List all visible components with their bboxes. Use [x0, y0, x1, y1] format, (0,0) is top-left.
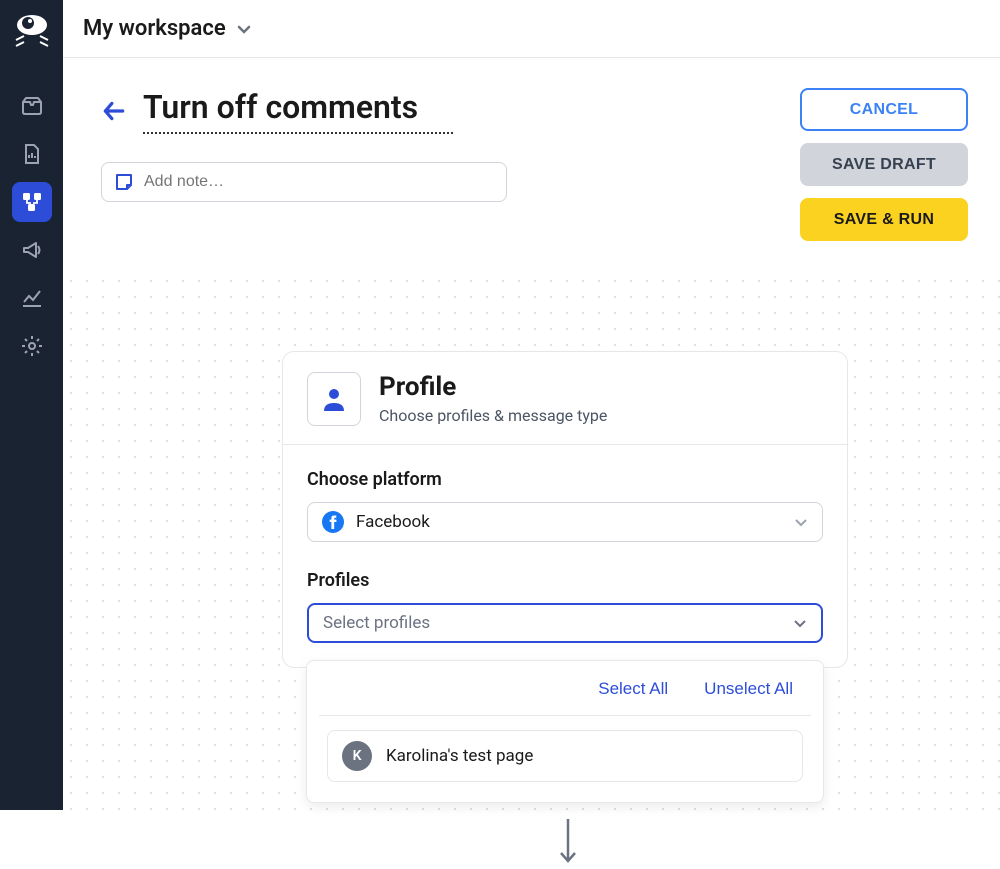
- person-icon: [318, 383, 350, 415]
- profiles-select[interactable]: Select profiles: [307, 603, 823, 643]
- analytics-icon: [20, 286, 44, 310]
- facebook-icon: [322, 511, 344, 533]
- select-all-button[interactable]: Select All: [598, 679, 668, 699]
- page-title[interactable]: Turn off comments: [143, 88, 453, 134]
- content-area: Turn off comments CANCEL SAVE DRAFT SAVE…: [63, 58, 1000, 810]
- card-subtitle: Choose profiles & message type: [379, 406, 607, 425]
- dropdown-item-label: Karolina's test page: [386, 746, 533, 766]
- profile-card-icon: [307, 372, 361, 426]
- profile-card: Profile Choose profiles & message type C…: [282, 351, 848, 668]
- workflow-canvas[interactable]: Profile Choose profiles & message type C…: [63, 273, 1000, 810]
- workspace-name: My workspace: [83, 16, 226, 41]
- topbar: My workspace: [63, 0, 1000, 58]
- cancel-button[interactable]: CANCEL: [800, 88, 968, 131]
- page-header: Turn off comments CANCEL SAVE DRAFT SAVE…: [63, 58, 1000, 241]
- save-run-button[interactable]: SAVE & RUN: [800, 198, 968, 241]
- chevron-down-icon: [794, 515, 808, 529]
- chevron-down-icon: [793, 616, 807, 630]
- sidebar-item-settings[interactable]: [12, 326, 52, 366]
- platform-select[interactable]: Facebook: [307, 502, 823, 542]
- card-title: Profile: [379, 372, 607, 402]
- chevron-down-icon: [236, 21, 252, 37]
- note-icon: [114, 172, 134, 192]
- profiles-label: Profiles: [307, 570, 823, 591]
- back-arrow-icon[interactable]: [101, 98, 127, 124]
- app-logo[interactable]: [10, 10, 54, 54]
- note-input-container[interactable]: [101, 162, 507, 202]
- workspace-selector[interactable]: My workspace: [83, 16, 252, 41]
- sidebar-item-inbox[interactable]: [12, 86, 52, 126]
- save-draft-button[interactable]: SAVE DRAFT: [800, 143, 968, 186]
- gear-icon: [20, 334, 44, 358]
- note-input[interactable]: [144, 173, 494, 191]
- platform-label: Choose platform: [307, 469, 823, 490]
- megaphone-icon: [20, 238, 44, 262]
- action-buttons: CANCEL SAVE DRAFT SAVE & RUN: [800, 88, 968, 241]
- sidebar-item-analytics[interactable]: [12, 278, 52, 318]
- dropdown-item[interactable]: K Karolina's test page: [327, 730, 803, 782]
- sidebar-item-reports[interactable]: [12, 134, 52, 174]
- avatar: K: [342, 741, 372, 771]
- profiles-placeholder: Select profiles: [323, 613, 781, 633]
- inbox-icon: [20, 94, 44, 118]
- document-chart-icon: [20, 142, 44, 166]
- platform-value: Facebook: [356, 512, 782, 532]
- workflow-icon: [20, 190, 44, 214]
- sidebar-item-campaigns[interactable]: [12, 230, 52, 270]
- connector-arrow-icon: [559, 819, 577, 869]
- app-sidebar: [0, 0, 63, 810]
- unselect-all-button[interactable]: Unselect All: [704, 679, 793, 699]
- sidebar-item-workflows[interactable]: [12, 182, 52, 222]
- profiles-dropdown: Select All Unselect All K Karolina's tes…: [306, 660, 824, 803]
